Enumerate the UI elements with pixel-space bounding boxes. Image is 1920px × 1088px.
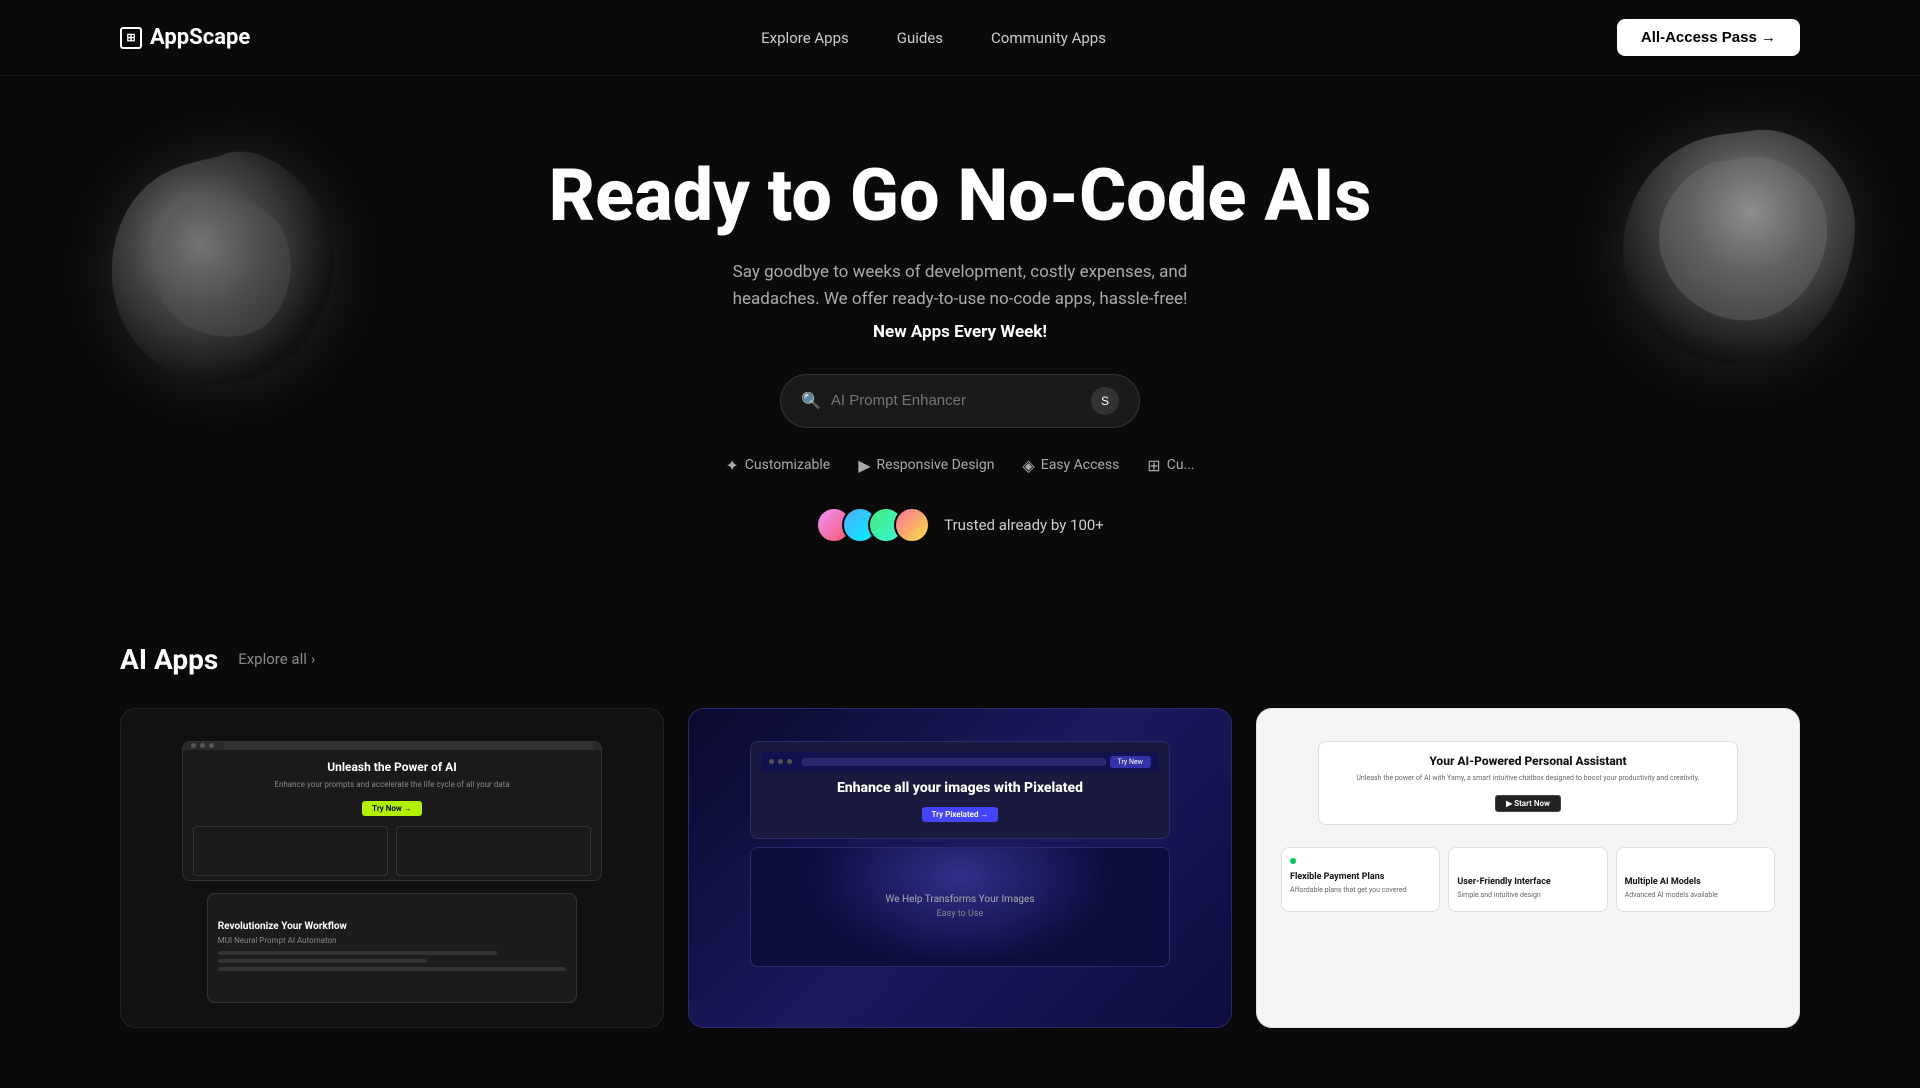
card-3-subtitle: Unleash the power of AI with Yamy, a sma… [1331,774,1725,784]
all-access-pass-button[interactable]: All-Access Pass → [1617,19,1800,56]
card-1-bottom-subtitle: MUI Neural Prompt AI Automaton [218,936,567,945]
decorative-shape-left [80,126,360,406]
card-3-inner: Your AI-Powered Personal Assistant Unlea… [1257,709,1799,1027]
card-2-cta: Try Pixelated → [922,807,999,822]
nav-guides[interactable]: Guides [897,29,943,47]
card-2-title: Enhance all your images with Pixelated [761,780,1159,796]
card-3-cta: ▶ Start Now [1495,795,1561,812]
card-3-feature-2: A User-Friendly Interface Simple and int… [1448,847,1607,912]
hero-subtitle: Say goodbye to weeks of development, cos… [710,259,1210,313]
card-3-feature-3-text: Advanced AI models available [1625,891,1766,901]
card-1-top-subtitle: Enhance your prompts and accelerate the … [193,780,591,789]
decorative-shape-right [1600,106,1880,386]
card-3-feature-2-text: Simple and intuitive design [1457,891,1598,901]
customizable-label: Customizable [745,457,830,473]
app-card-3[interactable]: Your AI-Powered Personal Assistant Unlea… [1256,708,1800,1028]
responsive-label: Responsive Design [877,457,995,473]
trust-text: Trusted already by 100+ [944,516,1104,534]
search-input[interactable] [831,392,1081,409]
avatar-4 [894,507,930,543]
card-1-inner: Unleash the Power of AI Enhance your pro… [121,709,663,1027]
feature-tag-easy-access: ◈ Easy Access [1022,456,1119,475]
customizable-icon: ✦ [725,456,738,475]
hero-title: Ready to Go No-Code AIs [549,156,1372,235]
card-3-feature-1-text: Affordable plans that get you covered [1290,886,1431,896]
feature-tags: ✦ Customizable ▶ Responsive Design ◈ Eas… [725,456,1194,475]
section-title: AI Apps [120,643,218,676]
card-3-feature-3-title: Multiple AI Models [1625,877,1766,887]
search-box: 🔍 S [780,374,1140,428]
app-card-2[interactable]: Try New Enhance all your images with Pix… [688,708,1232,1028]
nav-links: Explore Apps Guides Community Apps [761,29,1106,47]
card-3-title: Your AI-Powered Personal Assistant [1331,754,1725,768]
logo-text: AppScape [150,25,250,50]
card-2-inner: Try New Enhance all your images with Pix… [689,709,1231,1027]
easy-access-label: Easy Access [1041,457,1120,473]
explore-all-label: Explore all [238,650,307,668]
logo-icon: ⊞ [120,27,142,49]
card-1-bottom-mockup: Revolutionize Your Workflow MUI Neural P… [207,893,578,1003]
search-icon: 🔍 [801,391,821,410]
card-1-bottom-title: Revolutionize Your Workflow [218,921,567,932]
extra-icon: ⊞ [1147,456,1160,475]
search-container: 🔍 S [780,374,1140,428]
card-2-bottom-subtitle: Easy to Use [886,909,1035,919]
card-3-feature-2-title: User-Friendly Interface [1457,877,1598,887]
responsive-icon: ▶ [858,456,870,475]
card-1-top-mockup: Unleash the Power of AI Enhance your pro… [182,741,602,881]
trust-avatars [816,507,930,543]
card-3-feature-3: ⊞ Multiple AI Models Advanced AI models … [1616,847,1775,912]
section-header: AI Apps Explore all › [120,643,1800,676]
nav-community-apps[interactable]: Community Apps [991,29,1106,47]
chevron-right-icon: › [311,650,316,668]
card-2-browser-mock: Try New Enhance all your images with Pix… [750,741,1170,839]
card-2-bottom: We Help Transforms Your Images Easy to U… [750,847,1170,967]
card-3-feature-1-title: Flexible Payment Plans [1290,872,1431,882]
feature-tag-responsive: ▶ Responsive Design [858,456,994,475]
card-2-bottom-title: We Help Transforms Your Images [886,894,1035,905]
explore-all-link[interactable]: Explore all › [238,650,315,668]
logo[interactable]: ⊞ AppScape [120,25,250,50]
navbar: ⊞ AppScape Explore Apps Guides Community… [0,0,1920,76]
easy-access-icon: ◈ [1022,456,1034,475]
ai-apps-section: AI Apps Explore all › [0,603,1920,1088]
nav-explore-apps[interactable]: Explore Apps [761,29,849,47]
hero-section: Ready to Go No-Code AIs Say goodbye to w… [0,76,1920,603]
card-1-top-title: Unleash the Power of AI [193,760,591,774]
app-card-1[interactable]: Unleash the Power of AI Enhance your pro… [120,708,664,1028]
app-cards-grid: Unleash the Power of AI Enhance your pro… [120,708,1800,1028]
card-3-feature-1: Flexible Payment Plans Affordable plans … [1281,847,1440,912]
hero-highlight: New Apps Every Week! [873,322,1047,342]
extra-label: Cu... [1167,457,1195,473]
feature-tag-customizable: ✦ Customizable [725,456,830,475]
trust-section: Trusted already by 100+ [816,507,1104,543]
card-1-top-btn: Try Now → [362,801,422,816]
feature-tag-extra: ⊞ Cu... [1147,456,1194,475]
card-3-top-mock: Your AI-Powered Personal Assistant Unlea… [1318,741,1738,826]
search-button[interactable]: S [1091,387,1119,415]
card-3-features: Flexible Payment Plans Affordable plans … [1281,847,1775,912]
